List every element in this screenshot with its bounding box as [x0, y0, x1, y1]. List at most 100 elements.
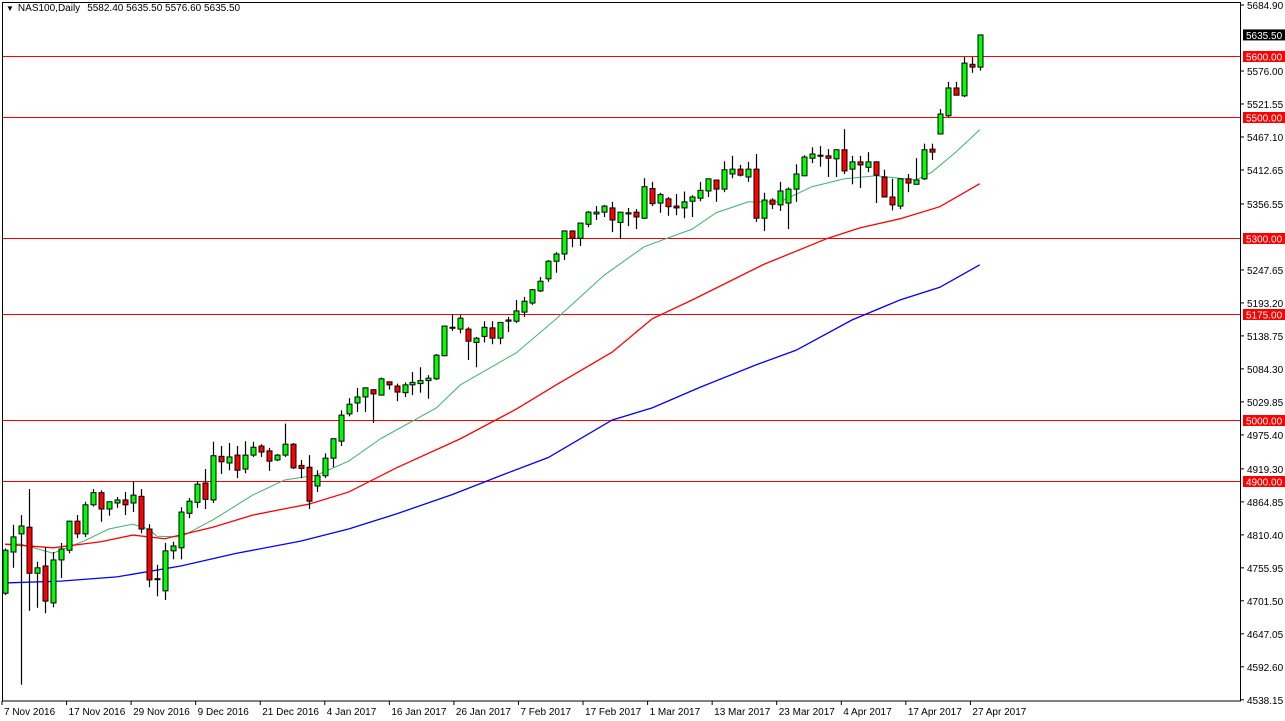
level-label: 5300.00 — [1246, 235, 1283, 246]
candle-body — [697, 189, 704, 199]
level-label: 5600.00 — [1246, 53, 1283, 64]
candle-body — [441, 325, 448, 357]
candle-body — [737, 168, 744, 176]
price-tick-label: 5467.10 — [1247, 133, 1284, 144]
candle[interactable] — [82, 501, 89, 537]
price-chart[interactable]: 5600.00 5500.00 5300.00 5175.00 5000.00 4900.… — [0, 0, 1285, 721]
candle-body — [881, 176, 888, 198]
price-tick-label: 5193.20 — [1247, 299, 1284, 310]
candle-body — [338, 414, 345, 442]
candle-body — [122, 499, 129, 506]
candle-body — [154, 578, 161, 581]
triangle-down-icon[interactable]: ▼ — [6, 4, 14, 13]
candle-body — [937, 113, 944, 135]
level-label: 5175.00 — [1246, 311, 1283, 322]
candle-body — [857, 161, 864, 166]
candle[interactable] — [274, 453, 281, 462]
candle-body — [761, 199, 768, 219]
price-tick-label: 5138.75 — [1247, 332, 1284, 343]
candle-body — [378, 378, 385, 396]
candle-body — [226, 456, 233, 464]
candle[interactable] — [961, 57, 968, 98]
time-tick-label: 9 Dec 2016 — [198, 707, 250, 718]
candle-body — [234, 454, 241, 471]
candle-body — [106, 501, 113, 510]
price-tick-label: 4755.95 — [1247, 564, 1284, 575]
price-tick-label: 4919.30 — [1247, 465, 1284, 476]
candle-body — [833, 149, 840, 160]
candle[interactable] — [2, 548, 9, 596]
candle[interactable] — [545, 260, 552, 282]
price-tick-label: 4647.05 — [1247, 630, 1284, 641]
candle-body — [921, 149, 928, 180]
plot-frame — [2, 2, 1241, 702]
candle-body — [178, 511, 185, 549]
candle[interactable] — [290, 442, 297, 470]
time-tick-label: 4 Jan 2017 — [327, 707, 377, 718]
candle-body — [961, 62, 968, 97]
candle[interactable] — [338, 410, 345, 447]
candle-body — [114, 499, 121, 504]
candle-body — [26, 526, 33, 574]
candle-body — [713, 179, 720, 190]
time-tick-label: 17 Nov 2016 — [69, 707, 126, 718]
candle-body — [130, 494, 137, 504]
candle-body — [841, 149, 848, 172]
candle-body — [394, 385, 401, 393]
candle[interactable] — [897, 178, 904, 210]
candle-body — [417, 380, 424, 385]
candle[interactable] — [378, 377, 385, 396]
candle-body — [290, 443, 297, 469]
candle-body — [481, 326, 488, 337]
candle-body — [537, 280, 544, 292]
price-tick-label: 4701.50 — [1247, 597, 1284, 608]
candle[interactable] — [977, 34, 984, 71]
candle-body — [146, 528, 153, 581]
candle-body — [449, 326, 456, 329]
candle-body — [905, 178, 912, 184]
candle-body — [865, 161, 872, 168]
time-tick-label: 17 Apr 2017 — [908, 707, 962, 718]
candle-body — [489, 327, 496, 339]
time-tick-label: 29 Nov 2016 — [133, 707, 190, 718]
price-tick-label: 5247.65 — [1247, 266, 1284, 277]
candle-body — [977, 34, 984, 68]
candle-body — [250, 446, 257, 456]
candle[interactable] — [801, 155, 808, 177]
candle-body — [745, 168, 752, 178]
candle-body — [90, 492, 97, 506]
candle[interactable] — [50, 552, 57, 608]
price-tick-label: 5576.00 — [1247, 67, 1284, 78]
price-tick-label: 5356.55 — [1247, 200, 1284, 211]
candle-body — [18, 525, 25, 535]
candle[interactable] — [441, 325, 448, 357]
time-axis: 7 Nov 2016 17 Nov 2016 29 Nov 2016 9 Dec 20… — [1, 701, 1027, 718]
time-tick-label: 1 Mar 2017 — [650, 707, 701, 718]
candle[interactable] — [433, 353, 440, 380]
candle-body — [162, 550, 169, 592]
candle[interactable] — [529, 289, 536, 305]
candle-body — [274, 454, 281, 461]
candle-body — [266, 450, 273, 462]
candle-body — [425, 377, 432, 382]
candle-body — [513, 310, 520, 322]
candle-body — [641, 186, 648, 219]
price-tick-label: 5084.30 — [1247, 365, 1284, 376]
candle-body — [561, 230, 568, 255]
candle-body — [186, 500, 193, 514]
candle-body — [825, 155, 832, 159]
price-tick-label: 4864.85 — [1247, 498, 1284, 509]
candle-body — [873, 161, 880, 176]
price-tick-label: 4975.40 — [1247, 431, 1284, 442]
time-tick-label: 27 Apr 2017 — [972, 707, 1026, 718]
candle[interactable] — [146, 524, 153, 588]
candle-body — [66, 520, 73, 551]
candle-body — [314, 475, 321, 487]
price-tick-label: 4810.40 — [1247, 531, 1284, 542]
candle-body — [769, 199, 776, 205]
candle-body — [817, 154, 824, 157]
candle-body — [793, 173, 800, 190]
candle[interactable] — [66, 520, 73, 554]
candle-body — [497, 321, 504, 339]
candle-body — [785, 188, 792, 204]
